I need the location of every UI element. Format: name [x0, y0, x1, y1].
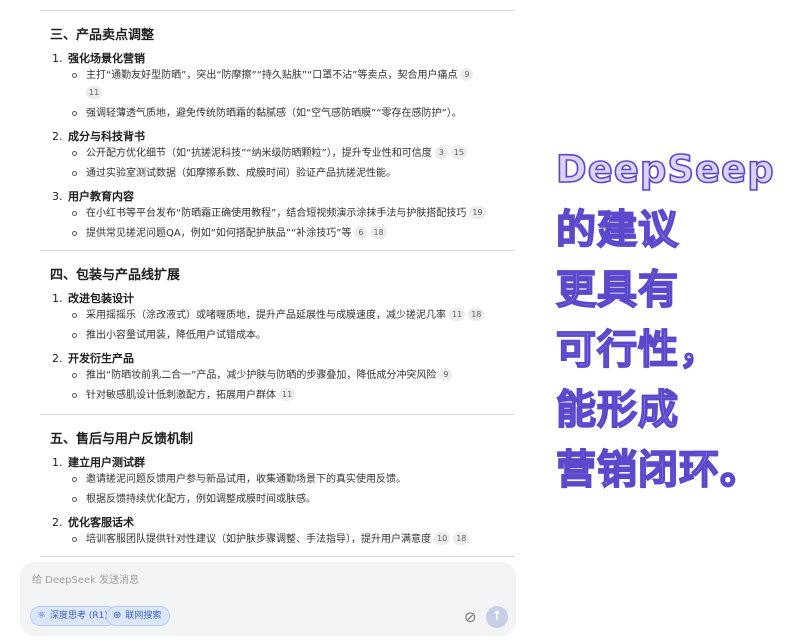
- divider: [40, 556, 514, 557]
- list-item: 主打“通勤友好型防晒”，突出“防摩擦”“持久贴肤”“口罩不沾”等卖点，契合用户痛…: [72, 67, 512, 103]
- citation-badge[interactable]: 18: [370, 226, 387, 239]
- chat-input-placeholder[interactable]: 给 DeepSeek 发送消息: [32, 571, 139, 586]
- list-item: 根据反馈持续优化配方，例如调整成膜时间或肤感。: [72, 491, 512, 509]
- overlay-line: 营销闭环。: [555, 446, 761, 494]
- bullet-icon: [72, 477, 77, 482]
- citation-badge[interactable]: 18: [453, 532, 470, 545]
- citation-badge[interactable]: 9: [439, 368, 453, 381]
- citation-badge[interactable]: 9: [460, 68, 474, 81]
- bullet-icon: [72, 231, 77, 236]
- citation-badge[interactable]: 18: [468, 308, 485, 321]
- send-button[interactable]: ↑: [486, 606, 508, 628]
- citation-badge[interactable]: 11: [449, 308, 466, 321]
- citation-badge[interactable]: 3: [434, 146, 448, 159]
- subsection-title: 2. 优化客服话术: [52, 516, 134, 529]
- subsection-title: 1. 建立用户测试群: [52, 456, 145, 469]
- subsection-title: 3. 用户教育内容: [52, 190, 134, 203]
- list-item: 公开配方优化细节（如“抗搓泥科技”“纳米级防晒颗粒”），提升专业性和可信度 3 15: [72, 145, 512, 163]
- list-item: 强调轻薄透气质地，避免传统防晒霜的黏腻感（如“空气感防晒膜”“零存在感防护”）。: [72, 105, 512, 123]
- divider: [40, 250, 514, 251]
- citation-badge[interactable]: 19: [469, 206, 486, 219]
- bullet-icon: [72, 211, 77, 216]
- attachment-icon[interactable]: ⊘: [464, 608, 477, 626]
- section-title: 三、产品卖点调整: [50, 28, 155, 43]
- citation-badge[interactable]: 11: [86, 86, 103, 99]
- list-item: 培训客服团队提供针对性建议（如护肤步骤调整、手法指导），提升用户满意度 10 18: [72, 531, 512, 549]
- list-item: 针对敏感肌设计低刺激配方，拓展用户群体 11: [72, 387, 512, 405]
- subsection-title: 2. 成分与科技背书: [52, 130, 145, 143]
- subsection-title: 1. 改进包装设计: [52, 292, 134, 305]
- bullet-icon: [72, 497, 77, 502]
- bullet-icon: [72, 111, 77, 116]
- subsection-title: 1. 强化场景化营销: [52, 52, 145, 65]
- bullet-icon: [72, 151, 77, 156]
- list-item: 在小红书等平台发布“防晒霜正确使用教程”，结合短视频演示涂抹手法与护肤搭配技巧 1…: [72, 205, 512, 223]
- bullet-icon: [72, 373, 77, 378]
- overlay-line: 的建议: [555, 206, 679, 254]
- bullet-icon: [72, 313, 77, 318]
- section-title: 五、售后与用户反馈机制: [50, 432, 194, 447]
- list-item: 邀请搓泥问题反馈用户参与新品试用，收集通勤场景下的真实使用反馈。: [72, 471, 512, 489]
- overlay-line: DeepSeep: [555, 147, 775, 192]
- atom-icon: ⚛: [37, 610, 46, 621]
- overlay-line: 能形成: [555, 386, 679, 434]
- chat-input-box[interactable]: 给 DeepSeek 发送消息 ⚛ 深度思考 (R1) ⊕ 联网搜索 ⊘ ↑: [20, 562, 516, 636]
- citation-badge[interactable]: 11: [279, 388, 296, 401]
- citation-badge[interactable]: 10: [434, 532, 451, 545]
- bullet-icon: [72, 171, 77, 176]
- list-item: 推出小容量试用装，降低用户试错成本。: [72, 327, 512, 345]
- deep-think-button[interactable]: ⚛ 深度思考 (R1): [30, 606, 117, 626]
- chat-response-document: 三、产品卖点调整 1. 强化场景化营销 主打“通勤友好型防晒”，突出“防摩擦”“持…: [0, 0, 540, 640]
- citation-badge[interactable]: 15: [450, 146, 467, 159]
- subsection-title: 2. 开发衍生产品: [52, 352, 134, 365]
- list-item: 采用摇摇乐（涂改液式）或啫喱质地，提升产品延展性与成膜速度，减少搓泥几率 11 18: [72, 307, 512, 325]
- divider: [40, 414, 514, 415]
- overlay-line: 更具有: [555, 266, 679, 314]
- list-item: 提供常见搓泥问题QA，例如“如何搭配护肤品”“补涂技巧”等 6 18: [72, 225, 512, 243]
- list-item: 通过实验室测试数据（如摩擦系数、成膜时间）验证产品抗搓泥性能。: [72, 165, 512, 183]
- globe-icon: ⊕: [113, 610, 122, 621]
- section-title: 四、包装与产品线扩展: [50, 268, 181, 283]
- bullet-icon: [72, 537, 77, 542]
- web-search-button[interactable]: ⊕ 联网搜索: [106, 606, 171, 626]
- bullet-icon: [72, 333, 77, 338]
- overlay-line: 可行性，: [555, 326, 720, 374]
- overlay-caption: DeepSeep 的建议 更具有 可行性， 能形成 营销闭环。: [555, 140, 796, 500]
- divider: [40, 10, 514, 11]
- bullet-icon: [72, 73, 77, 78]
- citation-badge[interactable]: 6: [354, 226, 368, 239]
- list-item: 推出“防晒妆前乳二合一”产品，减少护肤与防晒的步骤叠加，降低成分冲突风险 9: [72, 367, 512, 385]
- bullet-icon: [72, 393, 77, 398]
